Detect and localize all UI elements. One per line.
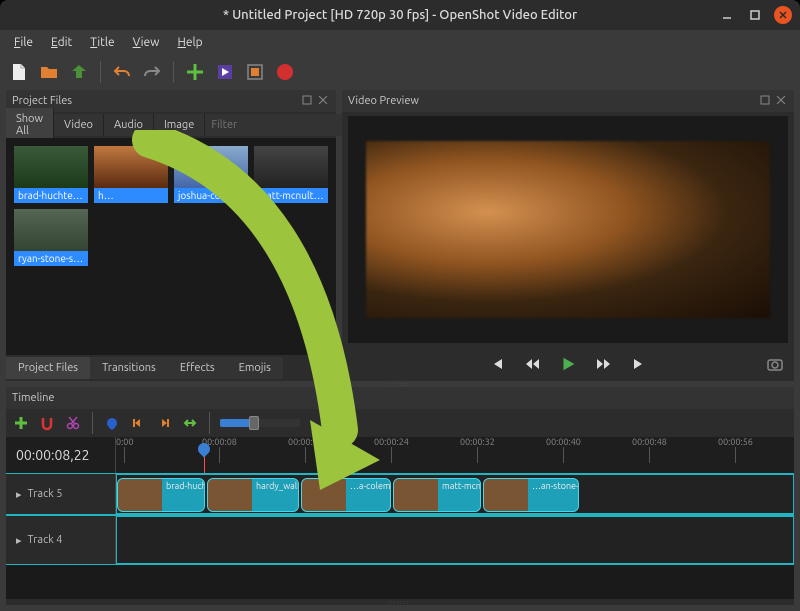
import-icon[interactable] <box>184 61 206 83</box>
track-row: ▸Track 5 brad-huchteman-s…hardy_wallpape… <box>6 473 794 515</box>
track-label[interactable]: ▸Track 4 <box>6 516 116 564</box>
thumb-item[interactable]: h… <box>94 146 168 203</box>
export-icon[interactable] <box>274 61 296 83</box>
ruler-tick: 00:00:56 <box>718 437 753 463</box>
profile-icon[interactable] <box>214 61 236 83</box>
snap-icon[interactable] <box>38 414 56 432</box>
tab-emojis[interactable]: Emojis <box>227 357 283 379</box>
jump-end-icon[interactable] <box>631 355 649 373</box>
rewind-icon[interactable] <box>523 355 541 373</box>
ruler-tick: 00:00:48 <box>632 437 667 463</box>
bottom-handle[interactable]: :::::: <box>6 599 794 605</box>
razor-icon[interactable] <box>64 414 82 432</box>
project-files-title: Project Files <box>12 95 72 107</box>
main-area: Project Files Show All Video Audio Image… <box>0 90 800 381</box>
preview-image <box>366 141 771 318</box>
filter-tab-audio[interactable]: Audio <box>104 114 154 136</box>
preview-viewport <box>348 116 788 343</box>
thumb-item[interactable]: brad-huchte… <box>14 146 88 203</box>
project-files-header: Project Files <box>6 90 336 112</box>
track-label[interactable]: ▸Track 5 <box>6 474 116 514</box>
play-icon[interactable] <box>559 355 577 373</box>
center-playhead-icon[interactable] <box>181 414 199 432</box>
time-display: 00:00:08,22 <box>6 437 116 473</box>
tab-effects[interactable]: Effects <box>168 357 227 379</box>
filter-tab-image[interactable]: Image <box>154 114 205 136</box>
close-button[interactable] <box>774 6 792 24</box>
maximize-button[interactable] <box>746 6 764 24</box>
ruler-tick: 00:00:24 <box>374 437 409 463</box>
next-marker-icon[interactable] <box>155 414 173 432</box>
timeline-toolbar <box>6 409 794 437</box>
menu-edit[interactable]: Edit <box>43 33 80 52</box>
marker-icon[interactable] <box>103 414 121 432</box>
toolbar <box>0 54 800 90</box>
redo-icon[interactable] <box>141 61 163 83</box>
menu-view[interactable]: View <box>125 33 168 52</box>
timeline-clip[interactable]: …a-coleman-s… <box>301 478 391 512</box>
project-files-pane: Project Files Show All Video Audio Image… <box>6 90 336 381</box>
preview-pane: Video Preview <box>342 90 794 381</box>
snapshot-icon[interactable] <box>766 355 784 373</box>
filter-tab-video[interactable]: Video <box>54 114 104 136</box>
window-controls <box>718 6 792 24</box>
tab-transitions[interactable]: Transitions <box>90 357 168 379</box>
jump-start-icon[interactable] <box>487 355 505 373</box>
tab-project-files[interactable]: Project Files <box>6 357 90 379</box>
panel-float-icon[interactable] <box>760 95 772 107</box>
app-window: * Untitled Project [HD 720p 30 fps] - Op… <box>0 0 800 611</box>
add-track-icon[interactable] <box>12 414 30 432</box>
timeline-header: Timeline <box>6 387 794 409</box>
track-row: ▸Track 4 <box>6 515 794 565</box>
menu-file[interactable]: File <box>6 33 41 52</box>
titlebar: * Untitled Project [HD 720p 30 fps] - Op… <box>0 0 800 30</box>
timeline-clip[interactable]: hardy_wallpaper_… <box>207 478 299 512</box>
timeline-clip[interactable]: brad-huchteman-s… <box>117 478 205 512</box>
menu-title[interactable]: Title <box>82 33 122 52</box>
preview-title: Video Preview <box>348 95 419 107</box>
ruler-row: 00:00:08,22 0:0000:00:0800:00:1600:00:24… <box>6 437 794 473</box>
thumb-item[interactable]: matt-mcnult… <box>254 146 328 203</box>
forward-icon[interactable] <box>595 355 613 373</box>
menu-help[interactable]: Help <box>170 33 211 52</box>
playback-controls <box>342 347 794 381</box>
tracks-area: ▸Track 5 brad-huchteman-s…hardy_wallpape… <box>6 473 794 599</box>
timeline-clip[interactable]: …an-stone-skykomis… <box>483 478 579 512</box>
ruler-tick: 00:00:16 <box>288 437 323 463</box>
minimize-button[interactable] <box>718 6 736 24</box>
thumb-item[interactable]: ryan-stone-s… <box>14 209 88 266</box>
filter-row: Show All Video Audio Image <box>6 112 336 138</box>
lower-panel-tabs: Project Files Transitions Effects Emojis <box>6 355 336 381</box>
panel-close-icon[interactable] <box>776 95 788 107</box>
panel-close-icon[interactable] <box>318 95 330 107</box>
panel-float-icon[interactable] <box>302 95 314 107</box>
zoom-slider[interactable] <box>220 419 300 427</box>
filter-tab-show-all[interactable]: Show All <box>6 108 54 142</box>
ruler-tick: 00:00:40 <box>546 437 581 463</box>
timeline-pane: Timeline 00:00:08,22 0:0000:00:0800:00:1… <box>6 387 794 605</box>
timeline-title: Timeline <box>12 392 55 404</box>
time-ruler[interactable]: 0:0000:00:0800:00:1600:00:2400:00:3200:0… <box>116 437 794 473</box>
menubar: File Edit Title View Help <box>0 30 800 54</box>
thumbnail-grid: brad-huchte… h… joshua-colem… matt-mcnul… <box>6 138 336 355</box>
track-lane[interactable] <box>116 516 794 564</box>
save-file-icon[interactable] <box>68 61 90 83</box>
ruler-tick: 00:00:32 <box>460 437 495 463</box>
undo-icon[interactable] <box>111 61 133 83</box>
playhead[interactable] <box>204 449 205 473</box>
ruler-tick: 0:00 <box>116 437 133 463</box>
preview-header: Video Preview <box>342 90 794 112</box>
window-title: * Untitled Project [HD 720p 30 fps] - Op… <box>0 8 800 22</box>
open-file-icon[interactable] <box>38 61 60 83</box>
timeline-clip[interactable]: matt-mcnulty-nyc-… <box>393 478 481 512</box>
fullscreen-icon[interactable] <box>244 61 266 83</box>
zoom-handle[interactable] <box>249 416 259 430</box>
thumb-item[interactable]: joshua-colem… <box>174 146 248 203</box>
prev-marker-icon[interactable] <box>129 414 147 432</box>
track-lane[interactable]: brad-huchteman-s…hardy_wallpaper_……a-col… <box>116 474 794 514</box>
new-file-icon[interactable] <box>8 61 30 83</box>
